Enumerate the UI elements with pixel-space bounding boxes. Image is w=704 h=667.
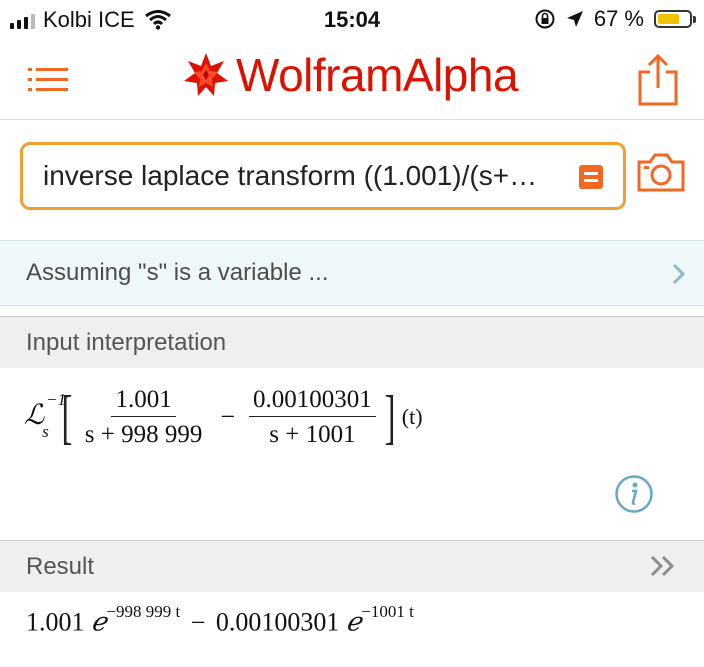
assumption-text: Assuming "s" is a variable ... — [26, 259, 329, 286]
logo-text: WolframAlpha — [236, 49, 519, 101]
chevron-right-icon[interactable] — [672, 263, 686, 285]
result-coefficient-1: 1.001 — [26, 607, 85, 637]
list-menu-icon[interactable] — [26, 64, 70, 96]
info-icon[interactable] — [614, 474, 654, 514]
fraction-1-numerator: 1.001 — [111, 386, 176, 417]
location-arrow-icon — [566, 11, 583, 27]
pod-title: Input interpretation — [26, 329, 227, 356]
wolfram-spikey-icon — [184, 53, 228, 96]
assumption-bar[interactable]: Assuming "s" is a variable ... — [0, 240, 704, 306]
exp-base-1: ℯ — [91, 607, 107, 637]
input-expression: ℒs −1 [ 1.001 s + 998 999 − 0.00100301 s … — [24, 382, 423, 452]
result-coefficient-2: 0.00100301 — [215, 607, 340, 637]
search-box[interactable]: inverse laplace transform ((1.001)/(s+… — [20, 142, 626, 210]
result-expression: 1.001 ℯ−998 999 t − 0.00100301 ℯ−1001 t — [26, 602, 414, 638]
orientation-lock-icon — [535, 9, 555, 29]
function-argument: (t) — [401, 404, 423, 429]
natural-language-mode-icon[interactable] — [579, 165, 603, 189]
exp-base-2: ℯ — [345, 607, 362, 637]
right-bracket: ] — [384, 384, 396, 450]
fraction-2-denominator: s + 1001 — [269, 420, 356, 448]
fraction-2-numerator: 0.00100301 — [249, 386, 376, 417]
result-body: 1.001 ℯ−998 999 t − 0.00100301 ℯ−1001 t — [0, 592, 704, 667]
app-header: WolframAlpha — [0, 40, 704, 120]
double-chevron-right-icon[interactable] — [650, 555, 676, 577]
fraction-2: 0.00100301 s + 1001 — [249, 386, 376, 449]
operator-subscript: s — [42, 421, 49, 441]
laplace-operator: ℒs −1 — [24, 390, 66, 441]
status-bar: Kolbi ICE 15:04 67 % — [0, 0, 704, 40]
search-input[interactable]: inverse laplace transform ((1.001)/(s+… — [43, 145, 573, 207]
wolfram-alpha-logo: WolframAlpha — [182, 48, 519, 102]
result-header[interactable]: Result — [0, 540, 704, 592]
share-icon[interactable] — [636, 54, 680, 106]
fraction-1-denominator: s + 998 999 — [84, 420, 203, 448]
result-exponent-2: −1001 t — [361, 602, 414, 621]
fraction-1: 1.001 s + 998 999 — [81, 386, 207, 449]
input-interpretation-body: ℒs −1 [ 1.001 s + 998 999 − 0.00100301 s … — [0, 368, 704, 538]
battery-icon — [654, 10, 696, 28]
result-exponent-1: −998 999 t — [106, 602, 181, 621]
result-minus: − — [190, 607, 206, 637]
input-interpretation-header: Input interpretation — [0, 316, 704, 368]
left-bracket: [ — [61, 384, 73, 450]
camera-icon[interactable] — [636, 150, 686, 194]
pod-title: Result — [26, 553, 95, 580]
battery-percentage: 67 % — [593, 6, 644, 31]
minus-sign: − — [220, 402, 236, 431]
